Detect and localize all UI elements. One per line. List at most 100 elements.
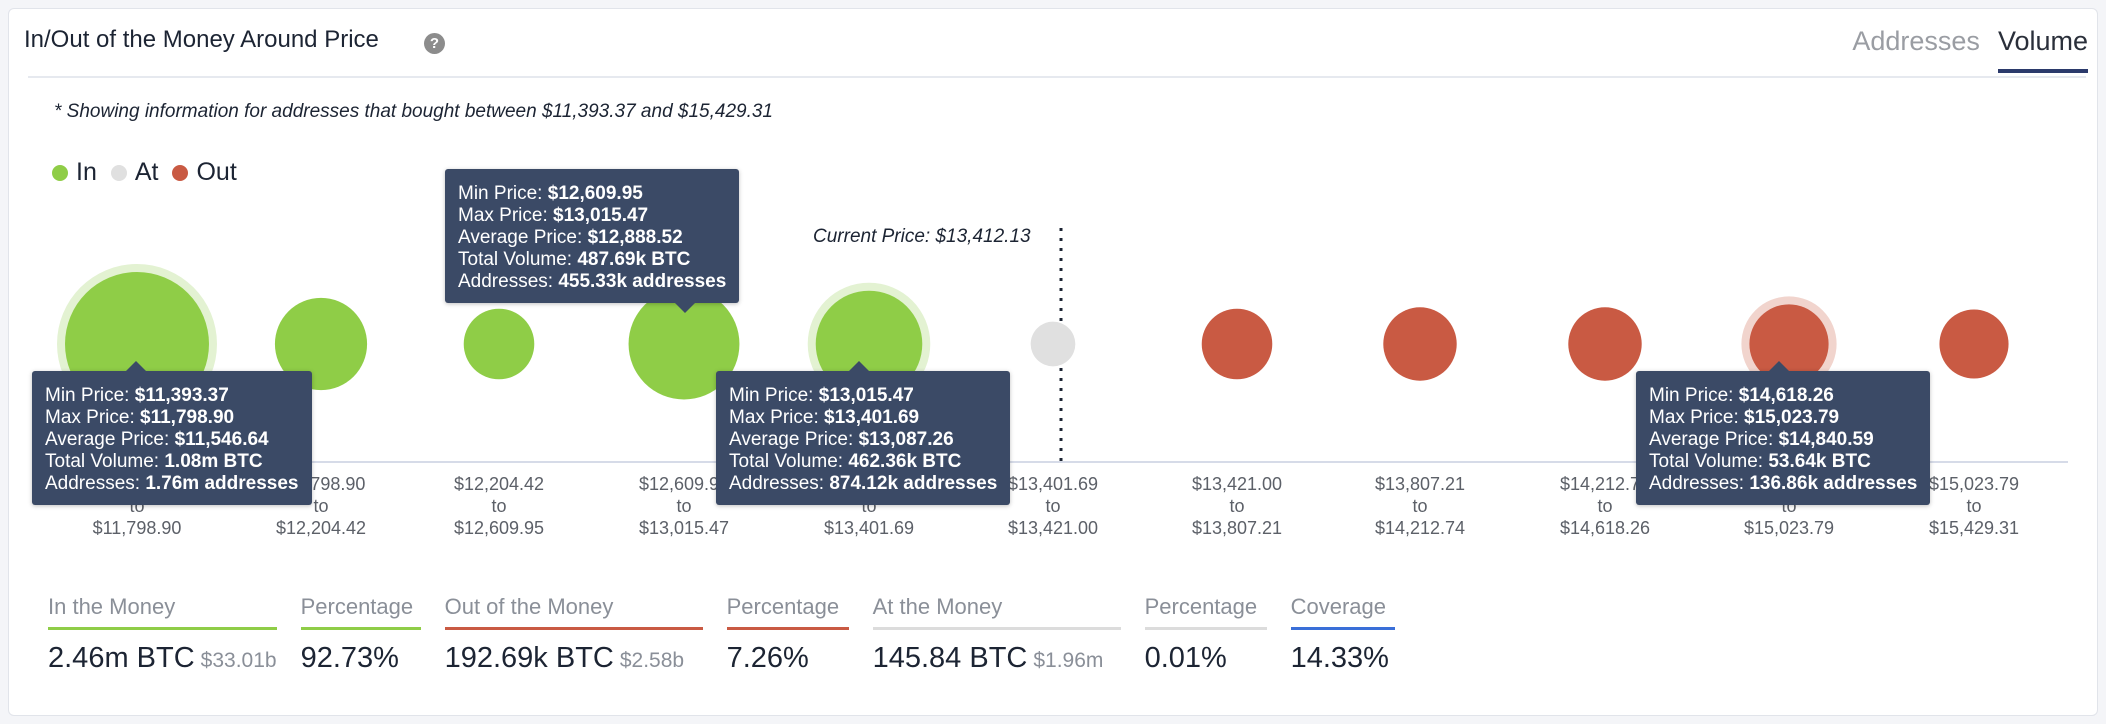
tick-text: $13,421.00 (1007, 518, 1099, 538)
tooltip-value: $11,798.90 (140, 407, 235, 428)
tooltip-key: Total Volume: (729, 451, 849, 472)
tooltip-row: Total Volume: 53.64k BTC (1649, 451, 1917, 473)
bubble-at[interactable] (1030, 321, 1076, 367)
summary-stat: Percentage 92.73% (300, 594, 421, 675)
tooltip-arrow (126, 361, 146, 371)
stat-label: At the Money (872, 594, 1121, 630)
summary-stat: Out of the Money 192.69k BTC $2.58b (444, 594, 703, 675)
stat-value: 0.01% (1144, 642, 1227, 674)
stat-label: In the Money (48, 594, 277, 630)
tick-text: $15,023.79 (1743, 518, 1835, 538)
stat-value: 92.73% (300, 642, 399, 674)
tick-text: $12,204.42 (453, 474, 545, 494)
tooltip-row: Max Price: $15,023.79 (1649, 407, 1917, 429)
tooltip-row: Total Volume: 1.08m BTC (45, 451, 299, 473)
tooltip-value: $14,618.26 (1738, 385, 1834, 406)
stat-usd-value: $33.01b (200, 649, 277, 672)
bubble-out[interactable] (1201, 308, 1273, 380)
tooltip-key: Total Volume: (1649, 451, 1769, 472)
tooltip-row: Min Price: $12,609.95 (458, 183, 726, 205)
x-tick-label: $12,204.42 to $12,609.95 (399, 473, 599, 539)
tooltip-key: Min Price: (45, 385, 135, 406)
summary-stat: Percentage 0.01% (1144, 594, 1267, 675)
tooltip-value: 874.12k addresses (829, 473, 998, 494)
tooltip-row: Average Price: $13,087.26 (729, 429, 997, 451)
stat-label: Out of the Money (444, 594, 703, 630)
tick-text: $14,618.26 (1559, 518, 1651, 538)
stat-value-row: 14.33% (1291, 642, 1395, 675)
tooltip-value: $15,023.79 (1744, 407, 1840, 428)
tooltip-row: Average Price: $12,888.52 (458, 227, 726, 249)
tooltip-key: Average Price: (1649, 429, 1779, 450)
stat-value: 14.33% (1290, 642, 1389, 674)
tooltip-row: Addresses: 874.12k addresses (729, 473, 997, 495)
summary-stats: In the Money 2.46m BTC $33.01b Percentage 92… (48, 594, 1419, 675)
tooltip-value: $13,087.26 (858, 429, 954, 450)
tick-text: $15,429.31 (1928, 518, 2020, 538)
summary-stat: At the Money 145.84 BTC $1.96m (872, 594, 1121, 675)
tooltip-key: Average Price: (729, 429, 859, 450)
bubble-in[interactable] (463, 308, 535, 380)
stat-label: Percentage (1144, 594, 1267, 630)
tooltip-value: $14,840.59 (1778, 429, 1874, 450)
tick-text: $11,798.90 (92, 518, 182, 538)
tooltip-key: Addresses: (1649, 473, 1750, 494)
stat-usd-value: $2.58b (619, 649, 685, 672)
tooltip-key: Max Price: (1649, 407, 1745, 428)
tooltip-row: Max Price: $13,401.69 (729, 407, 997, 429)
tooltip-key: Addresses: (45, 473, 146, 494)
tooltip-row: Max Price: $11,798.90 (45, 407, 299, 429)
tooltip-row: Total Volume: 487.69k BTC (458, 249, 726, 271)
stat-value-row: 192.69k BTC $2.58b (445, 642, 703, 675)
stat-value: 145.84 BTC (872, 642, 1028, 674)
tick-text: to (1412, 496, 1428, 516)
tooltip-key: Max Price: (458, 205, 554, 226)
summary-stat: In the Money 2.46m BTC $33.01b (48, 594, 277, 675)
tooltip-value: $13,401.69 (824, 407, 920, 428)
tooltip-row: Min Price: $13,015.47 (729, 385, 997, 407)
tooltip-value: 53.64k BTC (1768, 451, 1871, 472)
tooltip-value: 136.86k addresses (1749, 473, 1918, 494)
stat-label: Coverage (1290, 594, 1395, 630)
stat-usd-value: $1.96m (1033, 649, 1104, 672)
tick-text: to (1229, 496, 1245, 516)
stat-label: Percentage (300, 594, 421, 630)
tick-text: $12,204.42 (275, 518, 367, 538)
tooltip-value: 1.08m BTC (164, 451, 263, 472)
bubble-tooltip: Min Price: $14,618.26 Max Price: $15,023.… (1636, 361, 1931, 505)
tooltip-row: Addresses: 136.86k addresses (1649, 473, 1917, 495)
bubble-out[interactable] (1939, 309, 2009, 379)
tooltip-row: Addresses: 455.33k addresses (458, 271, 726, 293)
tooltip-value: $13,015.47 (553, 205, 649, 226)
stat-value: 7.26% (726, 642, 809, 674)
tick-text: $13,807.21 (1191, 518, 1283, 538)
tooltip-key: Average Price: (45, 429, 175, 450)
tooltip-row: Min Price: $11,393.37 (45, 385, 299, 407)
tooltip-key: Min Price: (458, 183, 548, 204)
tooltip-value: 487.69k BTC (577, 249, 691, 270)
stat-value-row: 92.73% (301, 642, 421, 675)
tooltip-row: Total Volume: 462.36k BTC (729, 451, 997, 473)
summary-stat: Percentage 7.26% (726, 594, 849, 675)
tooltip-row: Min Price: $14,618.26 (1649, 385, 1917, 407)
tooltip-row: Max Price: $13,015.47 (458, 205, 726, 227)
current-price-label: Current Price: $13,412.13 (813, 226, 1031, 247)
tooltip-arrow (675, 303, 695, 313)
stat-value-row: 145.84 BTC $1.96m (873, 642, 1121, 675)
tooltip-key: Max Price: (45, 407, 141, 428)
bubble-tooltip: Min Price: $11,393.37 Max Price: $11,798.… (32, 361, 312, 505)
tooltip-key: Addresses: (729, 473, 830, 494)
bubble-out[interactable] (1383, 307, 1457, 381)
tooltip-arrow (1769, 361, 1789, 371)
stat-value: 2.46m BTC (48, 642, 195, 674)
tooltip-value: $11,546.64 (174, 429, 269, 450)
tooltip-key: Average Price: (458, 227, 588, 248)
bubble-out[interactable] (1568, 307, 1642, 381)
tick-text: $14,212.74 (1374, 518, 1466, 538)
x-tick-label: $13,421.00 to $13,807.21 (1137, 473, 1337, 539)
tooltip-key: Total Volume: (458, 249, 578, 270)
tooltip-value: 1.76m addresses (145, 473, 299, 494)
tooltip-value: $12,609.95 (547, 183, 643, 204)
tick-text: $13,015.47 (638, 518, 730, 538)
x-tick-label: $13,807.21 to $14,212.74 (1320, 473, 1520, 539)
